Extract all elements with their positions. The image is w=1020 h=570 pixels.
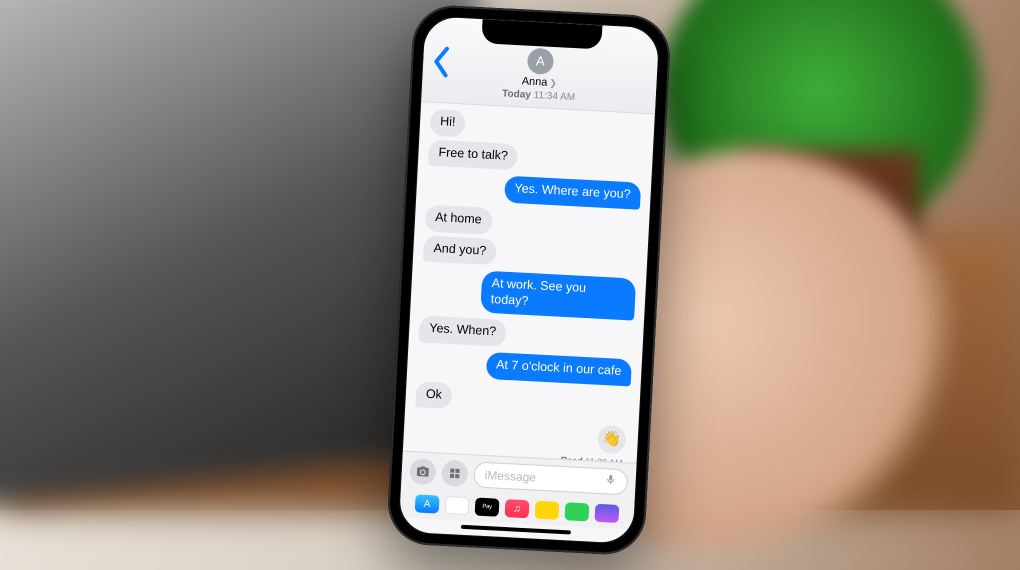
timestamp-day: Today: [502, 88, 531, 100]
tapback-reaction[interactable]: 👋: [597, 425, 626, 454]
contact-name-label: Anna: [521, 75, 547, 88]
received-message-bubble[interactable]: Ok: [415, 381, 452, 409]
iphone-device-frame: A Anna❯ Today 11:34 AM Hi!Free to talk? Y…: [386, 4, 672, 557]
contact-avatar[interactable]: A: [527, 48, 554, 75]
camera-button[interactable]: [409, 458, 436, 485]
photos-app-icon[interactable]: [445, 496, 470, 515]
message-placeholder: iMessage: [484, 463, 537, 490]
sent-message-bubble[interactable]: At 7 o'clock in our cafe: [485, 352, 632, 386]
memoji-app-icon[interactable]: [564, 502, 589, 521]
sent-message-bubble[interactable]: Yes. Where are you?: [504, 176, 641, 210]
music-app-icon[interactable]: ♫: [505, 499, 530, 518]
received-message-bubble[interactable]: At home: [424, 204, 492, 234]
dictation-icon[interactable]: [604, 469, 617, 494]
back-button[interactable]: [431, 45, 452, 66]
timestamp-time: 11:34 AM: [533, 90, 575, 103]
received-message-bubble[interactable]: And you?: [423, 235, 497, 265]
sent-message-bubble[interactable]: At work. See you today?: [480, 271, 636, 321]
app-drawer-button[interactable]: [441, 460, 468, 487]
apple-pay-icon[interactable]: Pay: [475, 498, 500, 517]
app-store-icon[interactable]: A: [415, 494, 440, 513]
received-message-bubble[interactable]: Free to talk?: [428, 139, 519, 170]
imessage-screen: A Anna❯ Today 11:34 AM Hi!Free to talk? Y…: [399, 16, 660, 544]
received-message-bubble[interactable]: Hi!: [429, 109, 466, 137]
message-text-field[interactable]: iMessage: [473, 461, 628, 495]
images-app-icon[interactable]: [594, 504, 619, 523]
chevron-right-icon: ❯: [549, 78, 557, 88]
message-thread[interactable]: Hi!Free to talk? Yes. Where are you? At ho…: [403, 102, 655, 463]
received-message-bubble[interactable]: Yes. When?: [419, 316, 507, 347]
sticker-app-icon[interactable]: [535, 501, 560, 520]
home-indicator[interactable]: [461, 525, 571, 535]
